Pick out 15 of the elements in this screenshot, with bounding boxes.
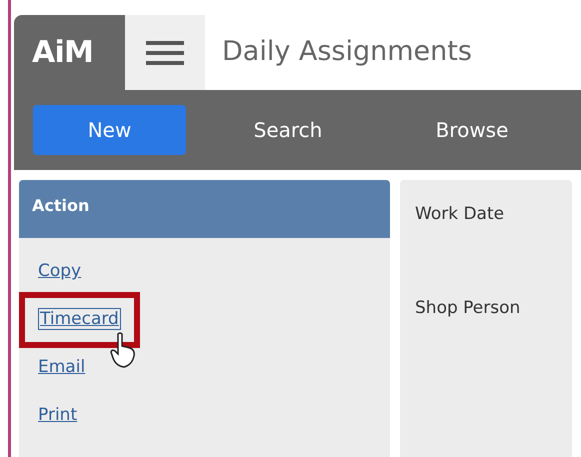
app-logo: AiM (14, 15, 125, 90)
menu-button[interactable] (125, 15, 205, 90)
panel-title: Action (32, 195, 90, 217)
nav-tab[interactable]: Browse (380, 105, 564, 155)
action-link[interactable]: Timecard (38, 308, 121, 330)
field-label: Work Date (415, 203, 506, 226)
nav-tab[interactable]: Search (196, 105, 380, 155)
page-title: Daily Assignments (222, 35, 472, 70)
action-link[interactable]: Email (34, 355, 86, 381)
nav-tab[interactable]: New (33, 105, 186, 155)
action-link[interactable]: Print (34, 403, 78, 429)
field-label: Shop Person (415, 297, 522, 320)
action-link[interactable]: Copy (34, 259, 82, 285)
hand-cursor-icon (110, 332, 136, 368)
menu-icon (146, 38, 184, 66)
